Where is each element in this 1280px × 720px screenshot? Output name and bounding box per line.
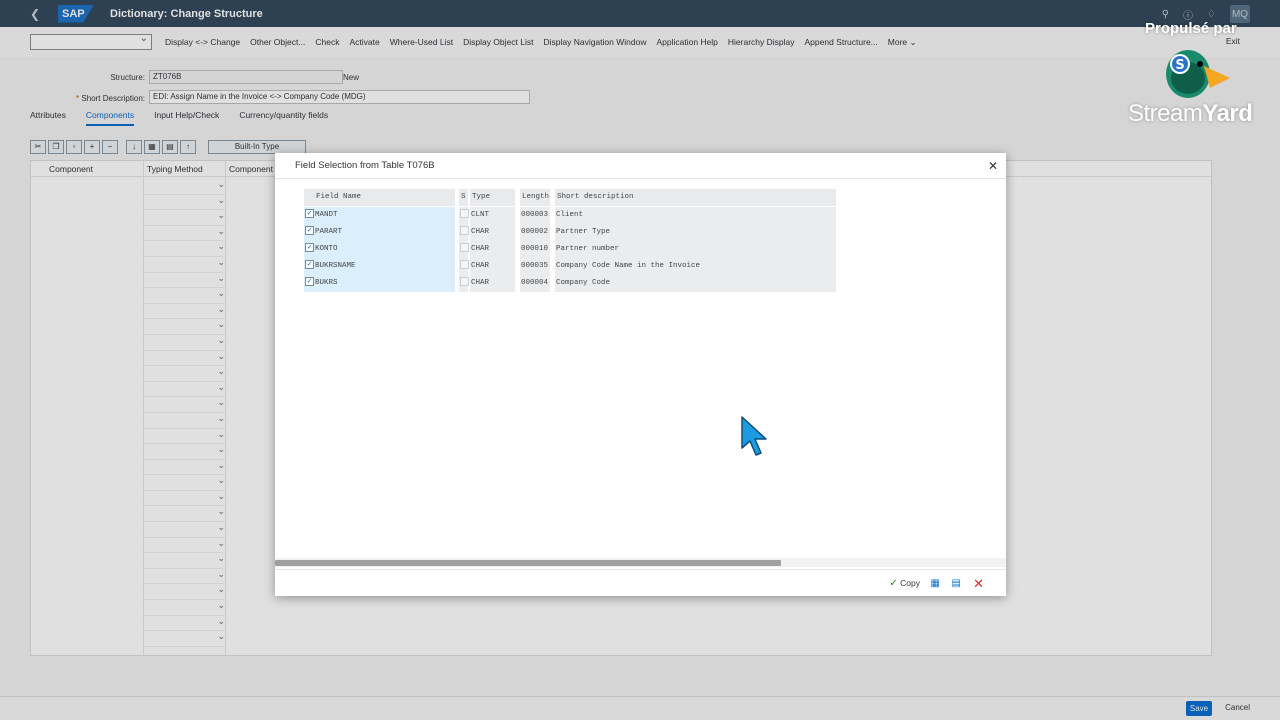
streamyard-brand: StreamYard: [1128, 100, 1253, 128]
s-checkbox: [460, 225, 469, 235]
type-cell: CLNT: [470, 207, 515, 224]
field-name-cell[interactable]: ✓ MANDT: [304, 207, 455, 224]
s-cell: [459, 258, 469, 275]
dialog-title: Field Selection from Table T076B: [295, 160, 435, 171]
field-name-cell[interactable]: ✓ KONTO: [304, 241, 455, 258]
length-cell: 000003: [520, 207, 550, 224]
length-cell: 000035: [520, 258, 550, 275]
field-name-cell[interactable]: ✓ BUKRS: [304, 275, 455, 292]
type-cell: CHAR: [470, 275, 515, 292]
hdr-field-name-text: Field Name: [316, 193, 362, 201]
select-all-fields-icon[interactable]: ▦: [931, 578, 940, 589]
field-table: Field Name S Type Length Short descripti…: [304, 189, 836, 301]
streamyard-label: Propulsé par: [1145, 20, 1237, 37]
type-cell: CHAR: [470, 241, 515, 258]
streamyard-duck-icon: S: [1166, 50, 1230, 98]
field-name: KONTO: [315, 245, 338, 253]
length-cell: 000004: [520, 275, 550, 292]
dialog-header: Field Selection from Table T076B: [275, 153, 1006, 179]
field-name: MANDT: [315, 211, 338, 219]
s-checkbox: [460, 208, 469, 218]
copy-label: Copy: [900, 578, 920, 588]
copy-button[interactable]: ✓ Copy: [889, 578, 920, 589]
field-name: BUKRS: [315, 279, 338, 287]
brand-part-a: Stream: [1128, 100, 1203, 127]
dialog-footer: ✓ Copy ▦ ▤ ✕: [275, 569, 1006, 596]
row-checkbox[interactable]: ✓: [305, 242, 314, 252]
s-checkbox: [460, 242, 469, 252]
hdr-length[interactable]: Length: [520, 189, 550, 206]
row-checkbox[interactable]: ✓: [305, 225, 314, 235]
mouse-cursor-icon: [741, 416, 767, 456]
short-desc-cell: Company Code Name in the Invoice: [555, 258, 836, 275]
hdr-type[interactable]: Type: [470, 189, 515, 206]
short-desc-cell: Company Code: [555, 275, 836, 292]
row-checkbox[interactable]: ✓: [305, 208, 314, 218]
field-name: PARART: [315, 228, 343, 236]
type-cell: CHAR: [470, 224, 515, 241]
checkmark-icon: ✓: [889, 578, 898, 589]
hdr-s[interactable]: S: [459, 189, 468, 206]
deselect-all-fields-icon[interactable]: ▤: [952, 578, 961, 589]
type-cell: CHAR: [470, 258, 515, 275]
row-checkbox[interactable]: ✓: [305, 276, 314, 286]
field-name: BUKRSNAME: [315, 262, 356, 270]
row-checkbox[interactable]: ✓: [305, 259, 314, 269]
hdr-short-desc[interactable]: Short description: [555, 189, 836, 206]
hdr-field-name[interactable]: Field Name: [304, 189, 455, 206]
short-desc-cell: Partner number: [555, 241, 836, 258]
s-cell: [459, 207, 469, 224]
horizontal-scrollbar[interactable]: [275, 558, 1006, 567]
length-cell: 000002: [520, 224, 550, 241]
short-desc-cell: Client: [555, 207, 836, 224]
scroll-thumb[interactable]: [275, 560, 781, 566]
cancel-x-icon[interactable]: ✕: [973, 576, 984, 592]
s-checkbox: [460, 259, 469, 269]
s-cell: [459, 224, 469, 241]
svg-text:S: S: [1175, 58, 1184, 73]
short-desc-cell: Partner Type: [555, 224, 836, 241]
s-cell: [459, 275, 469, 292]
field-name-cell[interactable]: ✓ BUKRSNAME: [304, 258, 455, 275]
brand-part-b: Yard: [1202, 100, 1253, 127]
length-cell: 000010: [520, 241, 550, 258]
field-name-cell[interactable]: ✓ PARART: [304, 224, 455, 241]
s-cell: [459, 241, 469, 258]
s-checkbox: [460, 276, 469, 286]
field-selection-dialog: Field Selection from Table T076B ✕ Field…: [275, 153, 1006, 596]
close-icon[interactable]: ✕: [988, 159, 998, 173]
